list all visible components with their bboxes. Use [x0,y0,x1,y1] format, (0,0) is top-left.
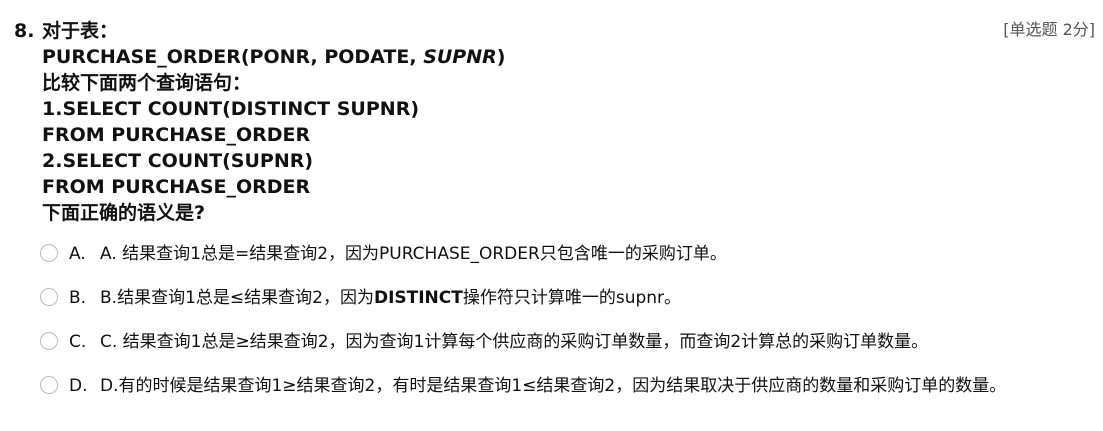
stem-line-2-italic: SUPNR [423,46,497,68]
option-d[interactable]: D. D.有的时候是结果查询1≥结果查询2，有时是结果查询1≤结果查询2，因为结… [40,372,1080,400]
radio-option-d[interactable] [40,376,58,394]
answer-options: A. A. 结果查询1总是=结果查询2，因为PURCHASE_ORDER只包含唯… [40,240,1080,400]
question-card: 8. [单选题 2分] 对于表： PURCHASE_ORDER(PONR, PO… [0,0,1103,431]
option-c[interactable]: C. C. 结果查询1总是≥结果查询2，因为查询1计算每个供应商的采购订单数量，… [40,328,1080,356]
stem-line-1: 对于表： [42,20,119,42]
radio-option-b[interactable] [40,288,58,306]
stem-line-2: PURCHASE_ORDER(PONR, PODATE, SUPNR) [42,44,972,70]
option-c-text: C. 结果查询1总是≥结果查询2，因为查询1计算每个供应商的采购订单数量，而查询… [100,332,929,352]
question-stem: 对于表： PURCHASE_ORDER(PONR, PODATE, SUPNR)… [42,18,972,226]
stem-line-5: FROM PURCHASE_ORDER [42,124,311,146]
option-a-text: A. 结果查询1总是=结果查询2，因为PURCHASE_ORDER只包含唯一的采… [100,244,727,264]
stem-line-6: 2.SELECT COUNT(SUPNR) [42,150,314,172]
radio-option-c[interactable] [40,332,58,350]
stem-line-7: FROM PURCHASE_ORDER [42,176,311,198]
question-type-label: [单选题 2分] [1003,20,1095,39]
stem-line-4: 1.SELECT COUNT(DISTINCT SUPNR) [42,98,420,120]
option-b-letter: B. [69,288,87,308]
option-b[interactable]: B. B.结果查询1总是≤结果查询2，因为DISTINCT操作符只计算唯一的su… [40,284,1080,312]
stem-line-3: 比较下面两个查询语句： [42,72,252,94]
option-b-text: B.结果查询1总是≤结果查询2，因为DISTINCT操作符只计算唯一的supnr… [100,284,1080,310]
radio-option-a[interactable] [40,244,58,262]
option-d-letter: D. [69,376,88,396]
option-b-text-bold: DISTINCT [373,288,463,308]
question-number: 8. [14,20,35,42]
option-a-letter: A. [69,244,86,264]
stem-line-2-prefix: PURCHASE_ORDER(PONR, PODATE, [42,46,424,68]
option-c-letter: C. [69,332,87,352]
option-a[interactable]: A. A. 结果查询1总是=结果查询2，因为PURCHASE_ORDER只包含唯… [40,240,1080,268]
stem-line-8: 下面正确的语义是? [42,202,206,224]
option-d-text: D.有的时候是结果查询1≥结果查询2，有时是结果查询1≤结果查询2，因为结果取决… [100,376,1007,396]
option-b-text-after: 操作符只计算唯一的supnr。 [462,288,682,308]
stem-line-2-suffix: ) [496,46,506,68]
option-b-text-before: B.结果查询1总是≤结果查询2，因为 [100,288,374,308]
